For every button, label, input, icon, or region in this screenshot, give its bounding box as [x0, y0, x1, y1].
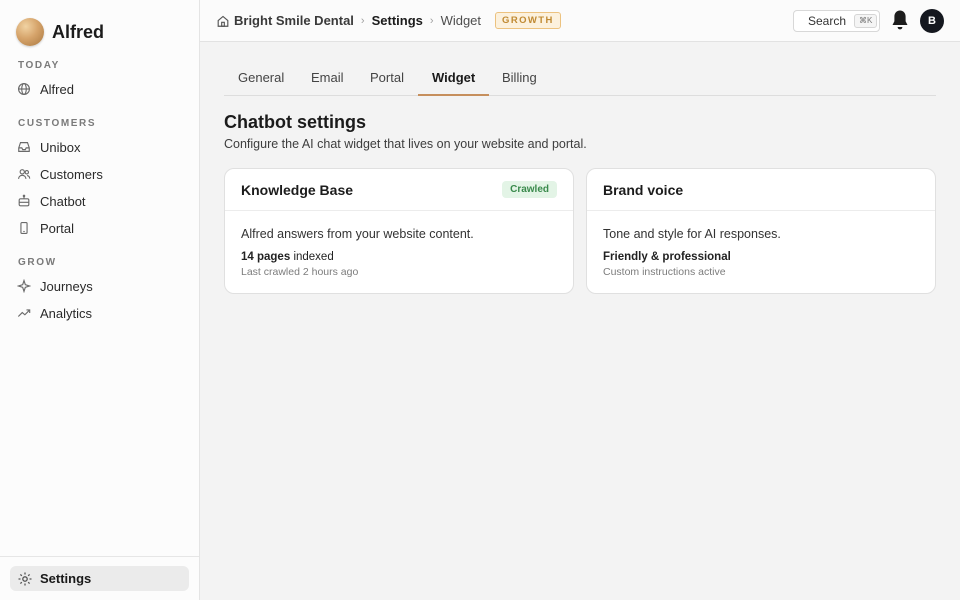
card-stat: 14 pages indexed — [241, 251, 557, 263]
search-button[interactable]: Search ⌘K — [793, 10, 880, 32]
sidebar-item-unibox[interactable]: Unibox — [16, 136, 80, 158]
sidebar-item-customers[interactable]: Customers — [16, 163, 103, 185]
tab-email[interactable]: Email — [297, 66, 358, 96]
section-label-customers: CUSTOMERS — [18, 118, 97, 129]
card-title: Brand voice — [603, 181, 684, 198]
page-subtitle: Configure the AI chat widget that lives … — [224, 137, 587, 151]
sidebar-item-label: Alfred — [40, 81, 74, 97]
sidebar-item-label: Journeys — [40, 278, 93, 294]
settings-tabs: General Email Portal Widget Billing — [224, 66, 936, 96]
card-description: Tone and style for AI responses. — [603, 227, 781, 241]
breadcrumb-separator: › — [360, 14, 365, 27]
tab-widget[interactable]: Widget — [418, 66, 490, 96]
globe-icon — [16, 81, 32, 97]
sidebar-item-label: Unibox — [40, 139, 81, 155]
alfred-logo — [16, 18, 44, 46]
sidebar-item-label: Analytics — [40, 305, 93, 321]
breadcrumb-separator: › — [429, 14, 434, 27]
breadcrumb-workspace[interactable]: Bright Smile Dental — [234, 13, 354, 28]
tab-general[interactable]: General — [224, 66, 298, 96]
brand[interactable]: Alfred — [16, 18, 104, 46]
trend-icon — [16, 305, 32, 321]
sidebar-divider — [0, 556, 199, 557]
bell-icon[interactable] — [890, 9, 910, 31]
sidebar-item-label: Portal — [40, 220, 74, 236]
sidebar-item-journeys[interactable]: Journeys — [16, 275, 93, 297]
sidebar-item-label: Chatbot — [40, 193, 86, 209]
card-meta: Last crawled 2 hours ago — [241, 266, 359, 278]
card-stat: Friendly & professional — [603, 251, 919, 263]
status-badge: Crawled — [502, 181, 557, 198]
card-meta: Custom instructions active — [603, 266, 726, 278]
card-stat-value: Friendly & professional — [603, 251, 731, 263]
tab-billing[interactable]: Billing — [488, 66, 551, 96]
breadcrumb: Bright Smile Dental › Settings › Widget … — [216, 12, 561, 29]
sparkle-icon — [16, 278, 32, 294]
sidebar: Alfred TODAY Alfred CUSTOMERS Unibox Cus… — [0, 0, 200, 600]
search-shortcut: ⌘K — [854, 14, 878, 28]
sidebar-item-portal[interactable]: Portal — [16, 217, 74, 239]
plan-badge: GROWTH — [495, 12, 561, 29]
sidebar-item-chatbot[interactable]: Chatbot — [16, 190, 86, 212]
card-header: Brand voice — [587, 169, 935, 211]
section-label-grow: GROW — [18, 257, 57, 268]
page-title: Chatbot settings — [224, 112, 366, 132]
card-header: Knowledge Base Crawled — [225, 169, 573, 211]
knowledge-base-card[interactable]: Knowledge Base Crawled Alfred answers fr… — [224, 168, 574, 294]
users-icon — [16, 166, 32, 182]
sidebar-item-alfred[interactable]: Alfred — [16, 78, 74, 100]
breadcrumb-settings[interactable]: Settings — [372, 13, 423, 28]
breadcrumb-widget: Widget — [440, 13, 482, 28]
sidebar-item-label: Settings — [40, 571, 92, 586]
brand-voice-card[interactable]: Brand voice Tone and style for AI respon… — [586, 168, 936, 294]
card-stat-label: indexed — [293, 251, 334, 263]
search-label: Search — [808, 14, 847, 28]
top-bar: Bright Smile Dental › Settings › Widget … — [200, 0, 960, 42]
app-name: Alfred — [52, 21, 105, 42]
avatar[interactable]: B — [920, 9, 944, 33]
section-label-today: TODAY — [18, 60, 60, 71]
home-icon[interactable] — [216, 14, 230, 28]
sidebar-item-label: Customers — [40, 166, 103, 182]
inbox-icon — [16, 139, 32, 155]
card-body: Tone and style for AI responses. Friendl… — [587, 211, 935, 278]
card-stat-value: 14 pages — [241, 251, 291, 263]
bot-icon — [16, 193, 32, 209]
sidebar-item-settings[interactable]: Settings — [10, 566, 189, 591]
card-description: Alfred answers from your website content… — [241, 227, 474, 241]
card-title: Knowledge Base — [241, 181, 354, 198]
phone-icon — [16, 220, 32, 236]
sidebar-item-analytics[interactable]: Analytics — [16, 302, 92, 324]
card-body: Alfred answers from your website content… — [225, 211, 573, 278]
tab-portal[interactable]: Portal — [356, 66, 418, 96]
gear-icon — [17, 571, 33, 587]
